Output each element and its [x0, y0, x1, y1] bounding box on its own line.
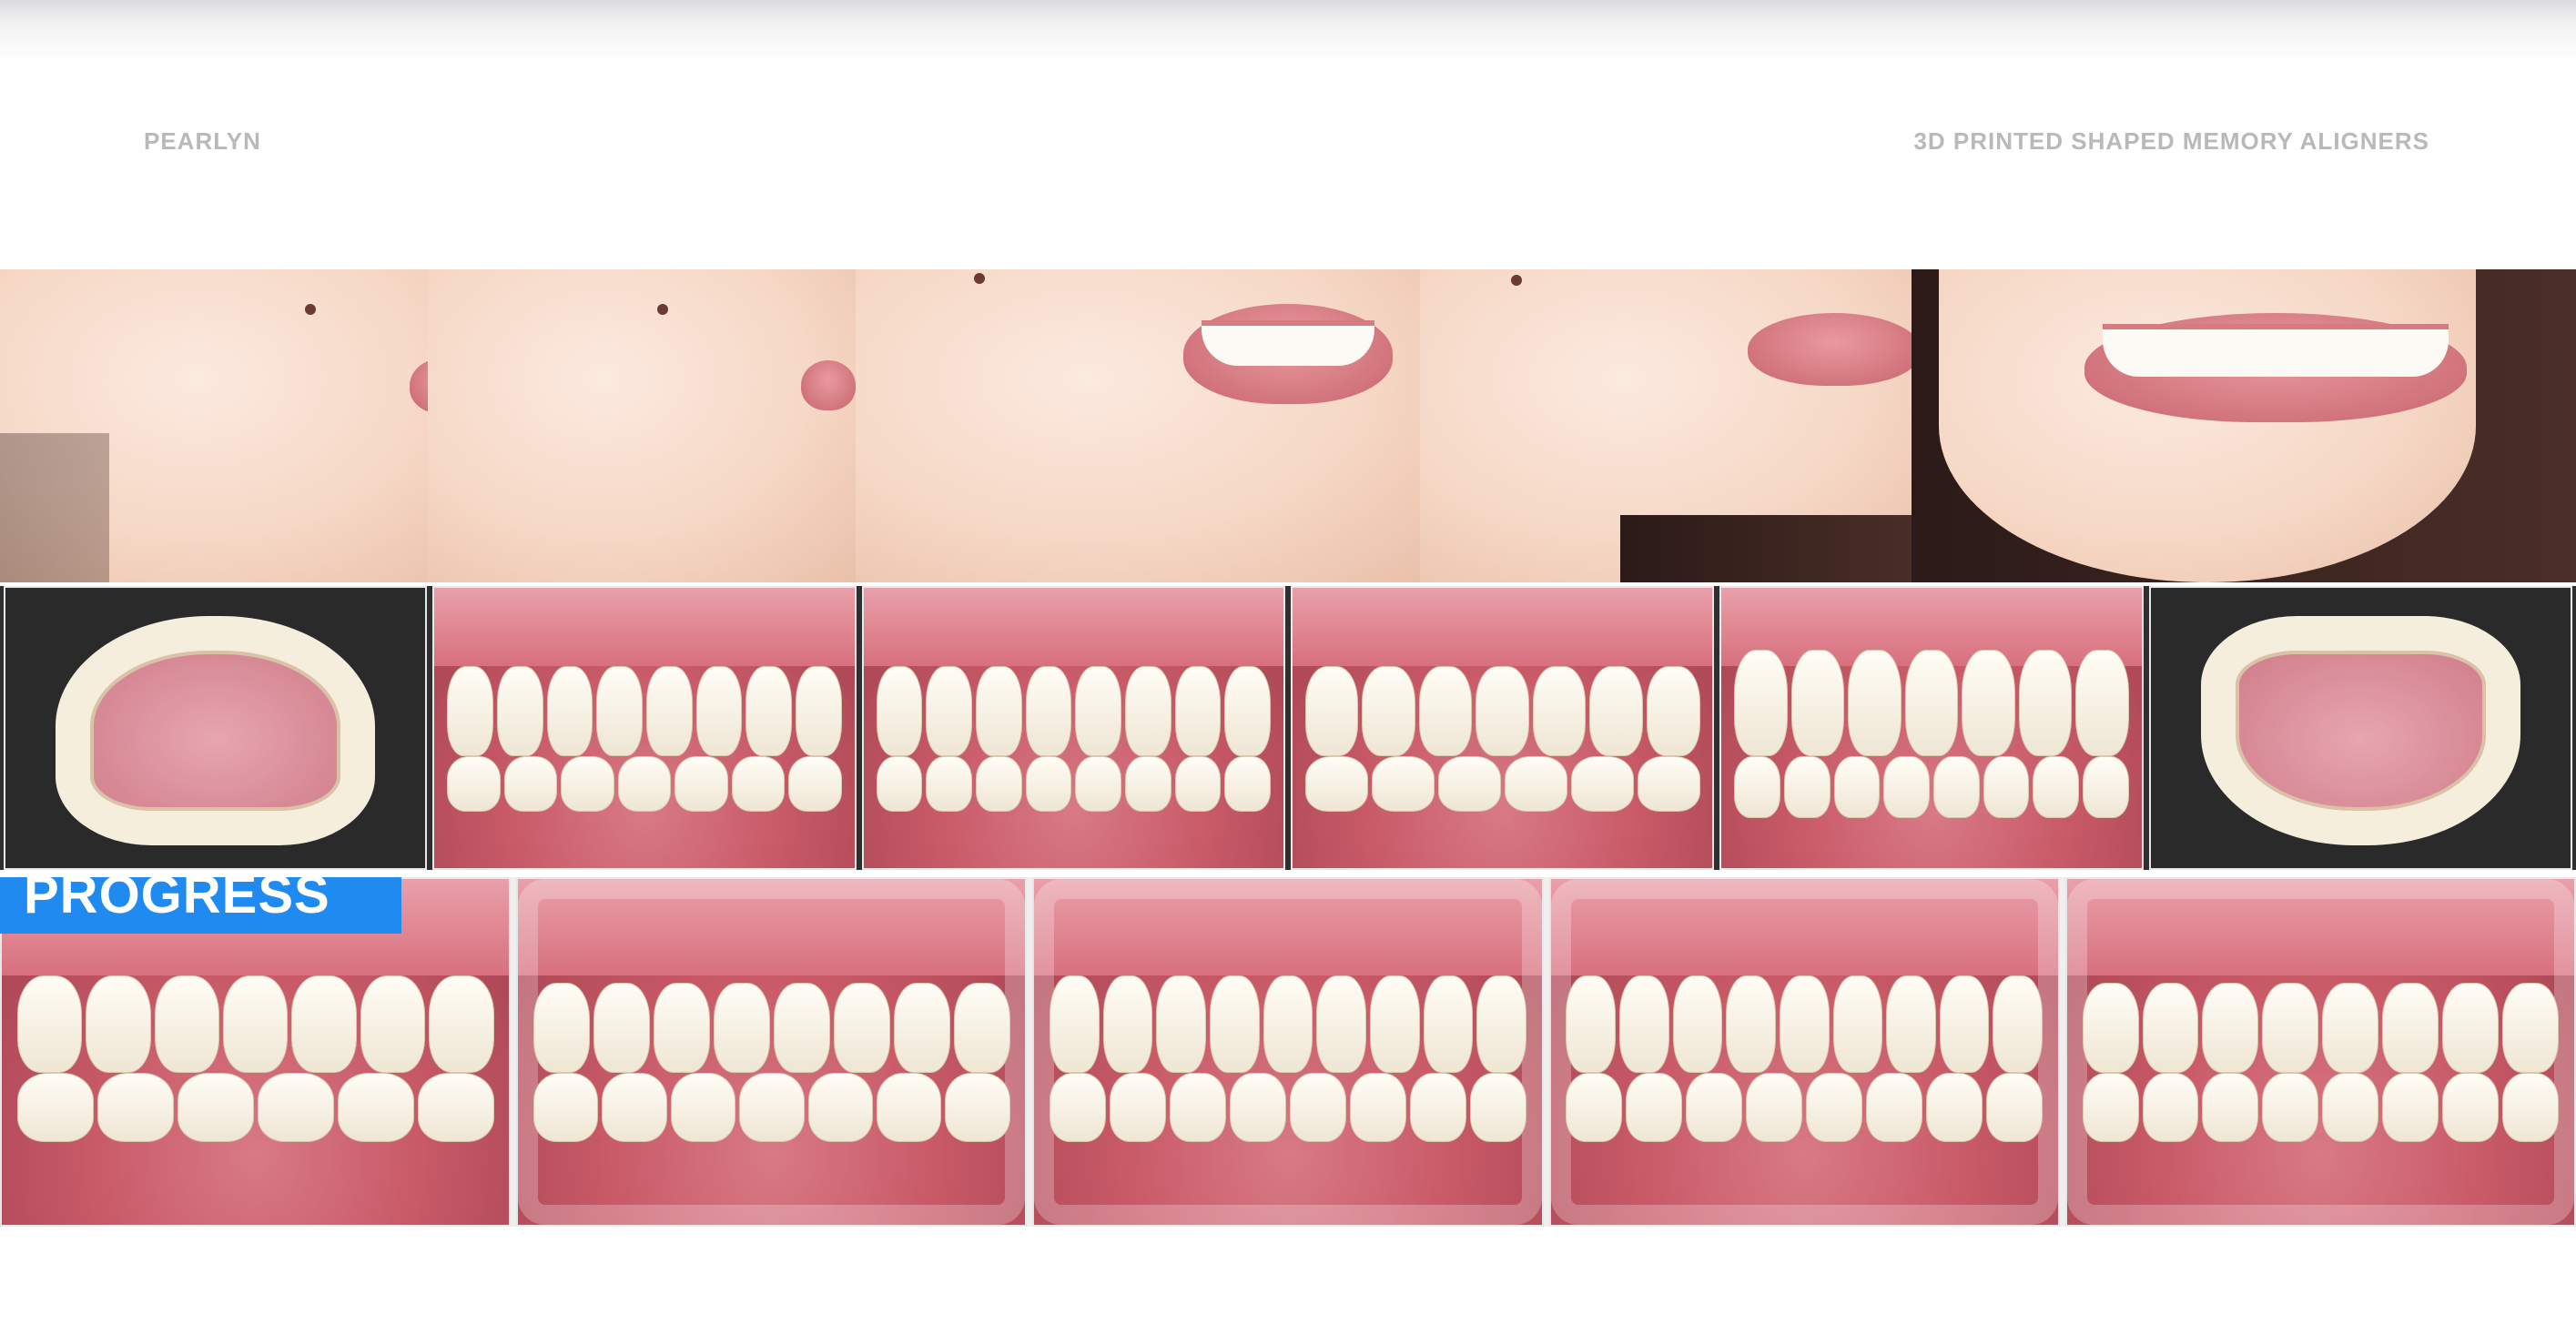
left-buccal-photo	[1290, 586, 1715, 870]
progress-stage-photo	[2064, 877, 2576, 1227]
frontal-close-photo	[1719, 586, 2144, 870]
progress-stage-photo	[1032, 877, 1544, 1227]
top-shadow-bar	[0, 0, 2576, 64]
face-photo-three-quarter-smile	[856, 269, 1438, 582]
face-photo-three-quarter-closed	[1420, 269, 1930, 582]
frontal-occlusion-photo	[861, 586, 1285, 870]
progress-stage-photo	[516, 877, 1028, 1227]
intraoral-photo-row	[0, 586, 2576, 870]
faces-photo-band	[0, 269, 2576, 582]
right-buccal-photo	[432, 586, 857, 870]
progress-label: PROGRESS	[0, 877, 401, 934]
header-tagline: 3D PRINTED SHAPED MEMORY ALIGNERS	[1913, 127, 2429, 155]
upper-occlusal-photo	[4, 586, 428, 870]
face-photo-profile-closed	[428, 269, 865, 582]
face-photo-frontal-smile	[1912, 269, 2576, 582]
brand-name: PEARLYN	[144, 127, 261, 155]
footer-space	[0, 1227, 2576, 1334]
face-photo-profile	[0, 269, 492, 582]
progress-stage-photo	[1548, 877, 2060, 1227]
lower-occlusal-photo	[2148, 586, 2572, 870]
